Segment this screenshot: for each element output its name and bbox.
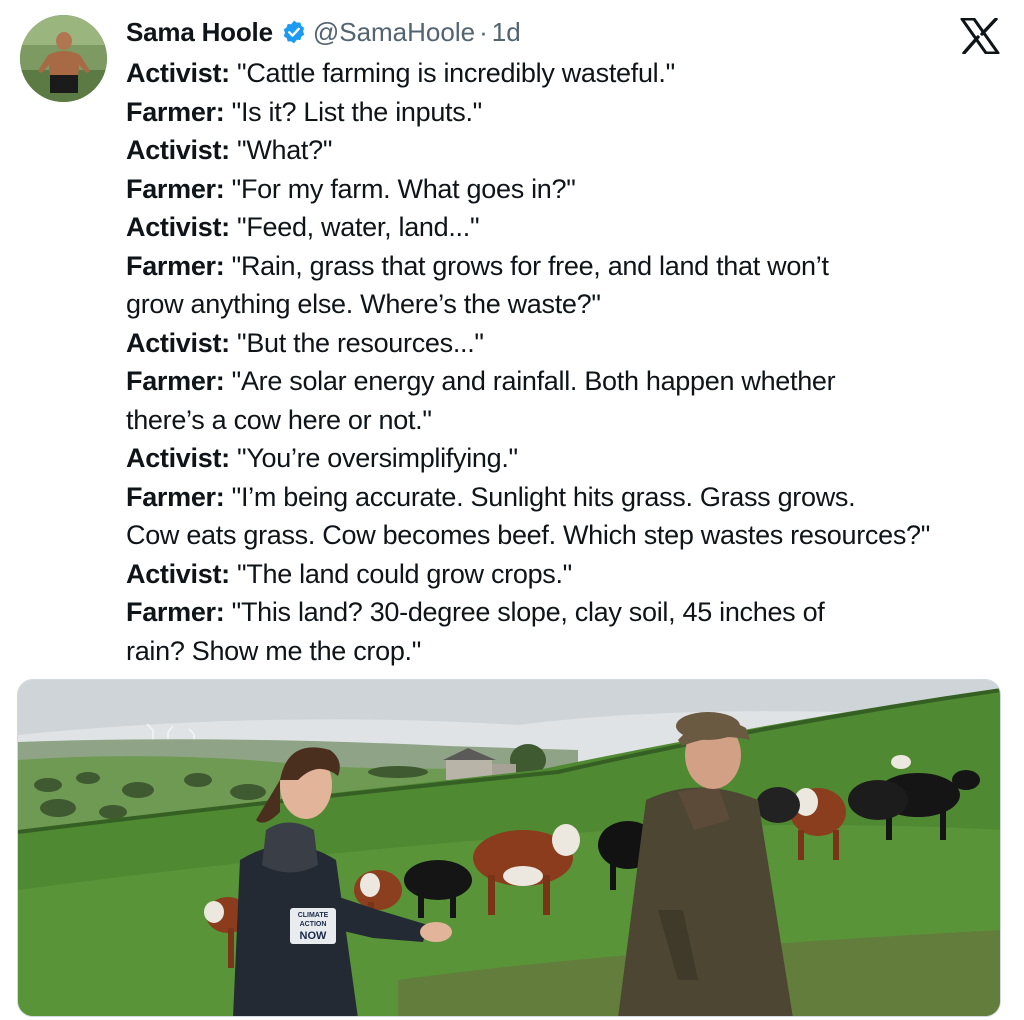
dialogue-line: Cow eats grass. Cow becomes beef. Which … xyxy=(126,516,1016,555)
line-text: "For my farm. What goes in?" xyxy=(224,173,576,204)
dialogue-line: Farmer: "I’m being accurate. Sunlight hi… xyxy=(126,478,1016,517)
post-media-image[interactable]: CLIMATE ACTION NOW xyxy=(17,679,1001,1017)
verified-badge-icon xyxy=(281,19,307,45)
line-text: grow anything else. Where’s the waste?" xyxy=(126,289,601,319)
line-text: "Are solar energy and rainfall. Both hap… xyxy=(224,366,836,396)
author-name[interactable]: Sama Hoole xyxy=(126,17,273,48)
line-text: "This land? 30-degree slope, clay soil, … xyxy=(224,597,825,627)
x-logo-icon xyxy=(960,17,1000,55)
dialogue-line: Farmer: "For my farm. What goes in?" xyxy=(126,170,1016,209)
speaker-label: Farmer: xyxy=(126,597,225,627)
line-text: "Cattle farming is incredibly wasteful." xyxy=(229,58,675,88)
line-text: "The land could grow crops." xyxy=(229,558,572,589)
speaker-label: Farmer: xyxy=(126,173,225,204)
speaker-label: Activist: xyxy=(126,327,230,358)
dialogue-line: Activist: "The land could grow crops." xyxy=(126,555,1016,594)
line-text: "You’re oversimplifying." xyxy=(229,443,518,473)
speaker-label: Farmer: xyxy=(126,96,225,127)
line-text: "I’m being accurate. Sunlight hits grass… xyxy=(224,481,856,512)
patch-line-3: NOW xyxy=(300,930,328,942)
patch-line-1: CLIMATE xyxy=(298,912,329,919)
dialogue-line: rain? Show me the crop." xyxy=(126,632,1016,671)
speaker-label: Activist: xyxy=(126,443,230,473)
dialogue-line: Activist: "What?" xyxy=(126,131,1016,170)
speaker-label: Farmer: xyxy=(126,481,225,512)
line-text: there’s a cow here or not." xyxy=(126,404,432,435)
line-text: rain? Show me the crop." xyxy=(126,635,422,666)
post-header: Sama Hoole @SamaHoole · 1d xyxy=(126,14,521,50)
dialogue-line: Farmer: "Is it? List the inputs." xyxy=(126,93,1016,132)
line-text: "Feed, water, land..." xyxy=(229,212,480,242)
speaker-label: Activist: xyxy=(126,58,230,88)
dialogue-line: Farmer: "This land? 30-degree slope, cla… xyxy=(126,593,1016,632)
dialogue-line: Farmer: "Rain, grass that grows for free… xyxy=(126,247,1016,286)
author-handle[interactable]: @SamaHoole xyxy=(313,17,475,48)
line-text: "Is it? List the inputs." xyxy=(224,96,483,127)
line-text: "What?" xyxy=(229,135,333,165)
dialogue-line: grow anything else. Where’s the waste?" xyxy=(126,285,1016,324)
line-text: Cow eats grass. Cow becomes beef. Which … xyxy=(126,520,931,550)
timestamp[interactable]: 1d xyxy=(492,17,521,48)
dialogue-line: Activist: "You’re oversimplifying." xyxy=(126,439,1016,478)
separator: · xyxy=(479,16,488,47)
dialogue-line: Activist: "Cattle farming is incredibly … xyxy=(126,54,1016,93)
line-text: "But the resources..." xyxy=(229,327,484,358)
line-text: "Rain, grass that grows for free, and la… xyxy=(224,250,829,281)
speaker-label: Activist: xyxy=(126,135,230,165)
dialogue-line: Activist: "But the resources..." xyxy=(126,324,1016,363)
post-text: Activist: "Cattle farming is incredibly … xyxy=(126,54,1016,670)
speaker-label: Farmer: xyxy=(126,250,225,281)
speaker-label: Activist: xyxy=(126,212,230,242)
dialogue-line: Farmer: "Are solar energy and rainfall. … xyxy=(126,362,1016,401)
speaker-label: Farmer: xyxy=(126,366,225,396)
dialogue-line: there’s a cow here or not." xyxy=(126,401,1016,440)
speaker-label: Activist: xyxy=(126,558,230,589)
author-avatar[interactable] xyxy=(20,15,107,102)
patch-line-2: ACTION xyxy=(300,921,327,928)
dialogue-line: Activist: "Feed, water, land..." xyxy=(126,208,1016,247)
